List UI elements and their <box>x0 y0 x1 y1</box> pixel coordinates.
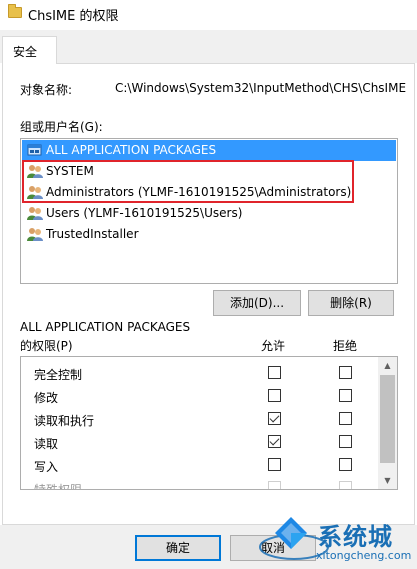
deny-checkbox[interactable] <box>339 435 352 448</box>
permission-name: 读取 <box>34 437 59 451</box>
deny-checkbox[interactable] <box>339 389 352 402</box>
tab-strip <box>0 30 417 63</box>
list-item-trustedinstaller[interactable]: TrustedInstaller <box>22 224 396 245</box>
list-item-label: ALL APPLICATION PACKAGES <box>46 143 217 157</box>
deny-checkbox[interactable] <box>339 481 352 489</box>
deny-checkbox[interactable] <box>339 412 352 425</box>
object-name-label: 对象名称: <box>20 83 73 97</box>
scroll-down-icon[interactable]: ▼ <box>378 472 397 489</box>
object-path: C:\Windows\System32\InputMethod\CHS\ChsI… <box>115 81 407 95</box>
folder-icon <box>8 4 22 18</box>
permissions-scrollbar[interactable]: ▲ ▼ <box>378 357 397 489</box>
allow-checkbox[interactable] <box>268 366 281 379</box>
add-button[interactable]: 添加(D)... <box>213 290 301 316</box>
permission-name: 修改 <box>34 391 59 405</box>
list-item-label: TrustedInstaller <box>46 227 139 241</box>
highlight-box <box>22 160 354 203</box>
scroll-thumb[interactable] <box>380 375 395 463</box>
permission-name: 读取和执行 <box>34 414 95 428</box>
users-group-icon <box>27 207 43 220</box>
allow-checkbox[interactable] <box>268 412 281 425</box>
allow-checkbox[interactable] <box>268 481 281 489</box>
ok-button[interactable]: 确定 <box>135 535 221 561</box>
groups-label: 组或用户名(G): <box>20 120 103 134</box>
permission-row-read: 读取 <box>21 431 377 454</box>
users-group-icon <box>27 228 43 241</box>
permissions-list[interactable]: 完全控制 修改 读取和执行 读取 写入 特殊权限 ▲ ▼ <box>20 356 398 490</box>
deny-checkbox[interactable] <box>339 366 352 379</box>
scroll-up-icon[interactable]: ▲ <box>378 357 397 374</box>
permissions-header: ALL APPLICATION PACKAGES <box>20 320 191 334</box>
allow-checkbox[interactable] <box>268 435 281 448</box>
list-item-label: Users (YLMF-1610191525\Users) <box>46 206 243 220</box>
watermark-url: xitongcheng.com <box>316 549 412 562</box>
permission-name: 特殊权限 <box>34 483 83 490</box>
permission-row-write: 写入 <box>21 454 377 477</box>
tab-security[interactable]: 安全 <box>2 36 57 64</box>
permission-name: 完全控制 <box>34 368 83 382</box>
list-item-users[interactable]: Users (YLMF-1610191525\Users) <box>22 203 396 224</box>
window-title: ChsIME 的权限 <box>28 9 119 24</box>
permission-row-special: 特殊权限 <box>21 477 377 490</box>
deny-column-header: 拒绝 <box>333 339 358 353</box>
remove-button[interactable]: 删除(R) <box>308 290 394 316</box>
allow-checkbox[interactable] <box>268 389 281 402</box>
watermark-text: 系统城 <box>318 523 393 551</box>
list-item-all-application-packages[interactable]: ALL APPLICATION PACKAGES <box>22 140 396 161</box>
permission-row-read-execute: 读取和执行 <box>21 408 377 431</box>
title-bar[interactable]: ChsIME 的权限 <box>0 0 417 30</box>
permission-row-modify: 修改 <box>21 385 377 408</box>
app-packages-icon <box>27 144 42 156</box>
allow-checkbox[interactable] <box>268 458 281 471</box>
permission-row-full-control: 完全控制 <box>21 362 377 385</box>
allow-column-header: 允许 <box>261 339 286 353</box>
permission-name: 写入 <box>34 460 59 474</box>
deny-checkbox[interactable] <box>339 458 352 471</box>
permissions-header-suffix: 的权限(P) <box>20 339 73 353</box>
